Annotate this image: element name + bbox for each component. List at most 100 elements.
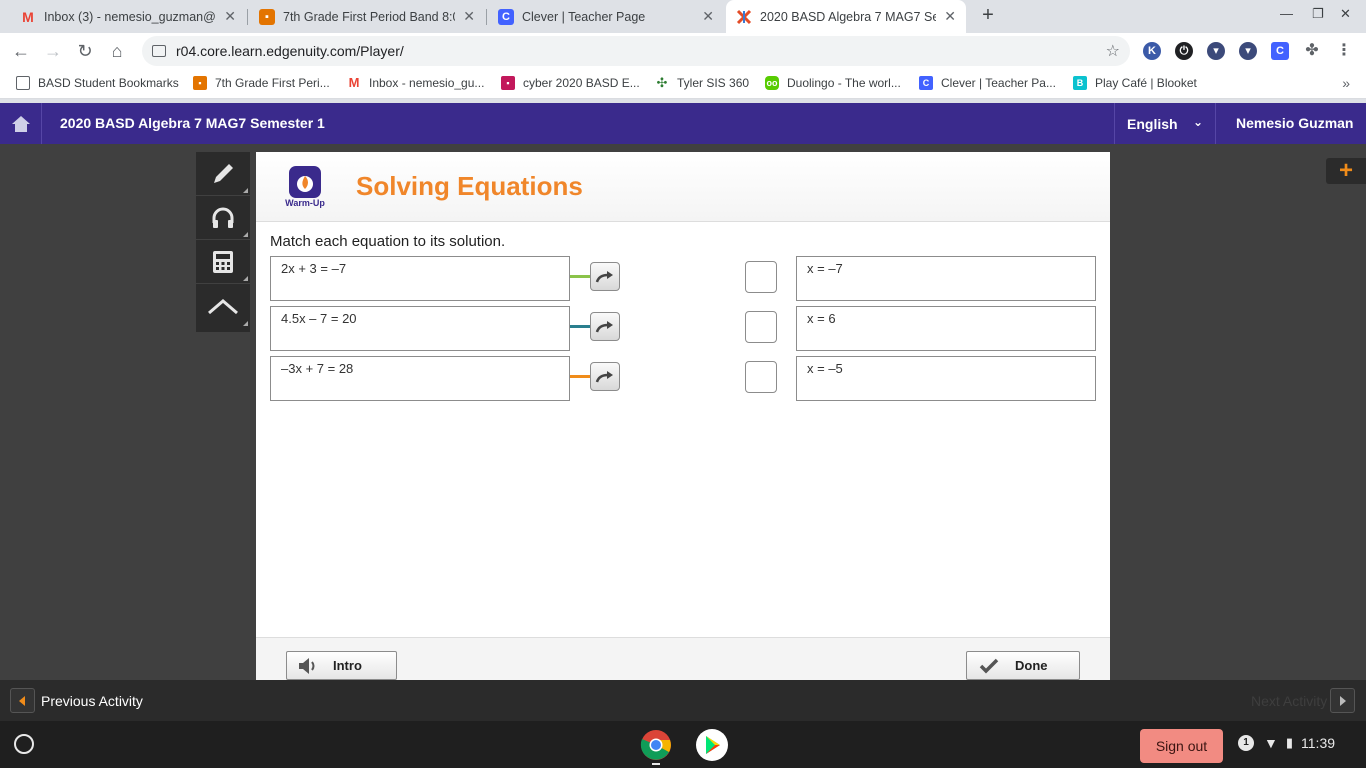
wifi-icon: ▼: [1264, 735, 1278, 751]
bookmark-label: cyber 2020 BASD E...: [523, 76, 640, 90]
gmail-icon: M: [348, 75, 360, 90]
k-extension-icon[interactable]: K: [1143, 42, 1161, 60]
bookmark-item[interactable]: ✣ Tyler SIS 360: [655, 76, 750, 91]
connector-line: [570, 375, 590, 378]
tab-clever[interactable]: C Clever | Teacher Page ✕: [488, 0, 724, 33]
more-bookmarks-icon[interactable]: »: [1342, 75, 1350, 91]
solution-box[interactable]: x = 6: [796, 306, 1096, 351]
previous-activity-link[interactable]: Previous Activity: [41, 693, 143, 709]
equation-box[interactable]: 4.5x – 7 = 20: [270, 306, 570, 351]
next-arrow-icon[interactable]: [1330, 688, 1355, 713]
close-window-icon[interactable]: ✕: [1340, 6, 1351, 22]
url-text[interactable]: r04.core.learn.edgenuity.com/Player/: [176, 43, 404, 59]
drop-target[interactable]: [745, 261, 777, 293]
match-arrow-button[interactable]: [590, 262, 620, 291]
badge-label: Warm-Up: [285, 198, 325, 208]
chrome-menu-icon[interactable]: ⋮: [1335, 42, 1353, 60]
shield-extension-icon[interactable]: ▾: [1207, 42, 1225, 60]
tab-title: 2020 BASD Algebra 7 MAG7 Sem: [760, 9, 937, 24]
solution-box[interactable]: x = –7: [796, 256, 1096, 301]
activity-footer: Intro Done: [256, 637, 1110, 680]
user-name[interactable]: Nemesio Guzman: [1236, 115, 1353, 131]
solution-text: x = –5: [807, 361, 843, 376]
close-icon[interactable]: ✕: [224, 8, 236, 25]
browser-toolbar: ← → ↻ ⌂ r04.core.learn.edgenuity.com/Pla…: [0, 33, 1366, 69]
collapse-tool[interactable]: [196, 284, 250, 328]
home-button[interactable]: [0, 103, 42, 144]
connector-line: [570, 325, 590, 328]
launcher-icon[interactable]: [14, 734, 34, 754]
forward-icon[interactable]: →: [40, 38, 66, 64]
home-icon[interactable]: ⌂: [104, 38, 130, 64]
equation-box[interactable]: –3x + 7 = 28: [270, 356, 570, 401]
bookmark-item[interactable]: ▪ cyber 2020 BASD E...: [501, 76, 640, 90]
new-tab-button[interactable]: +: [976, 4, 1000, 28]
drop-target[interactable]: [745, 311, 777, 343]
minimize-icon[interactable]: —: [1280, 6, 1293, 21]
expand-plus-button[interactable]: +: [1326, 158, 1366, 184]
equation-text: 2x + 3 = –7: [281, 261, 347, 276]
done-button[interactable]: Done: [966, 651, 1080, 680]
checkmark-icon: [979, 658, 999, 673]
match-arrow-button[interactable]: [590, 312, 620, 341]
close-icon[interactable]: ✕: [463, 8, 475, 25]
solution-box[interactable]: x = –5: [796, 356, 1096, 401]
activity-panel: Warm-Up Solving Equations Match each equ…: [256, 152, 1110, 680]
reload-icon[interactable]: ↻: [72, 38, 98, 64]
calculator-icon: [213, 250, 233, 273]
bookmark-item[interactable]: B Play Café | Blooket: [1073, 76, 1197, 90]
caret-up-icon: [208, 299, 238, 315]
chrome-app-icon[interactable]: [640, 729, 672, 761]
bookmark-item[interactable]: ▪ 7th Grade First Peri...: [193, 76, 330, 90]
status-tray[interactable]: 1 ▼ ▮ 11:39: [1238, 735, 1335, 751]
bookmark-label: Tyler SIS 360: [677, 76, 750, 90]
previous-arrow-icon[interactable]: [10, 688, 35, 713]
activity-header: Warm-Up Solving Equations: [256, 152, 1110, 222]
tab-gmail[interactable]: M Inbox (3) - nemesio_guzman@st ✕: [10, 0, 246, 33]
intro-button[interactable]: Intro: [286, 651, 397, 680]
player-stage: + Warm-Up Solving Equations Match each e…: [0, 144, 1366, 680]
bookmark-item[interactable]: M Inbox - nemesio_gu...: [347, 75, 485, 91]
back-icon[interactable]: ←: [8, 38, 34, 64]
clever-icon: C: [919, 76, 933, 90]
sign-out-button[interactable]: Sign out: [1140, 729, 1223, 763]
page-info-icon[interactable]: [152, 45, 166, 57]
match-arrow-button[interactable]: [590, 362, 620, 391]
bookmark-folder[interactable]: BASD Student Bookmarks: [16, 76, 179, 90]
tab-strip: M Inbox (3) - nemesio_guzman@st ✕ ▪ 7th …: [0, 0, 1366, 33]
solution-text: x = 6: [807, 311, 836, 326]
close-icon[interactable]: ✕: [702, 8, 714, 25]
battery-icon: ▮: [1285, 735, 1294, 750]
shield-extension-icon[interactable]: ▾: [1239, 42, 1257, 60]
next-activity-link[interactable]: Next Activity: [1251, 693, 1327, 709]
pencil-tool[interactable]: [196, 152, 250, 196]
clever-extension-icon[interactable]: C: [1271, 42, 1289, 60]
equation-text: –3x + 7 = 28: [281, 361, 354, 376]
bookmark-item[interactable]: oo Duolingo - The worl...: [765, 76, 901, 90]
bookmark-label: 7th Grade First Peri...: [215, 76, 330, 90]
language-select[interactable]: English ⌄: [1114, 103, 1216, 144]
drop-target[interactable]: [745, 361, 777, 393]
close-icon[interactable]: ✕: [944, 8, 956, 25]
cyber-icon: ▪: [501, 76, 515, 90]
restore-icon[interactable]: ❐: [1312, 6, 1324, 22]
classroom-icon: ▪: [259, 8, 275, 25]
bookmarks-bar: BASD Student Bookmarks ▪ 7th Grade First…: [0, 69, 1366, 99]
tab-edgenuity[interactable]: 2020 BASD Algebra 7 MAG7 Sem ✕: [726, 0, 966, 33]
address-bar[interactable]: r04.core.learn.edgenuity.com/Player/ ☆: [142, 36, 1130, 66]
power-extension-icon[interactable]: ⏻: [1175, 42, 1193, 60]
extensions-puzzle-icon[interactable]: ✤: [1303, 42, 1321, 60]
bookmark-item[interactable]: C Clever | Teacher Pa...: [919, 76, 1056, 90]
system-shelf: Sign out 1 ▼ ▮ 11:39: [0, 721, 1366, 768]
play-store-icon[interactable]: [696, 729, 728, 761]
equation-box[interactable]: 2x + 3 = –7: [270, 256, 570, 301]
calculator-tool[interactable]: [196, 240, 250, 284]
notification-count: 1: [1238, 735, 1254, 751]
course-title: 2020 BASD Algebra 7 MAG7 Semester 1: [60, 115, 325, 131]
done-label: Done: [1015, 658, 1048, 673]
audio-tool[interactable]: [196, 196, 250, 240]
activity-navigation: Previous Activity Next Activity: [0, 680, 1366, 721]
tab-classroom[interactable]: ▪ 7th Grade First Period Band 8:00 ✕: [249, 0, 485, 33]
language-label: English: [1127, 115, 1178, 132]
bookmark-star-icon[interactable]: ☆: [1106, 41, 1120, 61]
